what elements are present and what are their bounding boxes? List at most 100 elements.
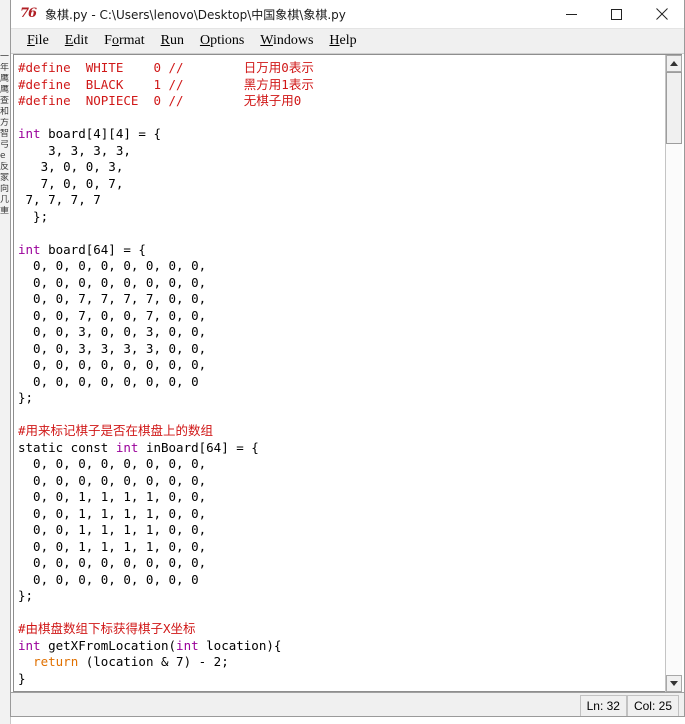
code-span: }; xyxy=(18,390,34,405)
scroll-down-icon xyxy=(670,681,678,686)
menu-item-file[interactable]: File xyxy=(19,31,57,51)
code-span xyxy=(18,654,33,669)
code-line[interactable] xyxy=(18,605,665,622)
menu-item-windows[interactable]: Windows xyxy=(252,31,321,51)
code-line[interactable]: #用来标记棋子是否在棋盘上的数组 xyxy=(18,423,665,440)
window-title: 象棋.py - C:\Users\lenovo\Desktop\中国象棋\象棋.… xyxy=(45,7,346,22)
code-line[interactable]: 0, 0, 0, 0, 0, 0, 0, 0, xyxy=(18,473,665,490)
minimize-button[interactable] xyxy=(549,0,594,28)
code-span: BLACK xyxy=(85,76,124,92)
background-strip-char: 家 xyxy=(0,173,9,183)
code-line[interactable]: 7, 0, 0, 7, xyxy=(18,176,665,193)
editor-area[interactable]: #define WHITE 0 // 日万用0表示 #define BLACK 1… xyxy=(11,54,684,693)
scrollbar-track[interactable] xyxy=(666,72,682,675)
code-line[interactable]: 3, 0, 0, 3, xyxy=(18,159,665,176)
close-button[interactable] xyxy=(639,0,684,28)
code-span: #define xyxy=(18,60,86,75)
menu-item-options[interactable]: Options xyxy=(192,31,252,51)
code-span: int xyxy=(176,637,199,653)
code-line[interactable]: 0, 0, 3, 0, 0, 3, 0, 0, xyxy=(18,324,665,341)
code-span: 0, 0, 1, 1, 1, 1, 0, 0, xyxy=(18,505,207,521)
code-line[interactable]: #define BLACK 1 // 黑方用1表示 xyxy=(18,77,665,94)
code-line[interactable]: #define WHITE 0 // 日万用0表示 xyxy=(18,60,665,77)
menu-item-format[interactable]: Format xyxy=(96,31,152,51)
code-line[interactable]: } xyxy=(18,671,665,688)
code-span: 0, 0, 1, 1, 1, 1, 0, 0, xyxy=(18,522,207,537)
code-line[interactable]: 0, 0, 0, 0, 0, 0, 0, 0, xyxy=(18,275,665,292)
code-line[interactable]: 0, 0, 0, 0, 0, 0, 0, 0, xyxy=(18,258,665,275)
code-line[interactable]: 0, 0, 0, 0, 0, 0, 0, 0, xyxy=(18,357,665,374)
code-line[interactable]: int getXFromLocation(int location){ xyxy=(18,638,665,655)
code-line[interactable]: 0, 0, 0, 0, 0, 0, 0, 0, xyxy=(18,456,665,473)
code-line[interactable]: #由棋盘数组下标获得棋子X坐标 xyxy=(18,621,665,638)
code-line[interactable]: return (location & 7) - 2; xyxy=(18,654,665,671)
code-line[interactable]: int board[4][4] = { xyxy=(18,126,665,143)
code-line[interactable]: 0, 0, 1, 1, 1, 1, 0, 0, xyxy=(18,522,665,539)
code-span: #由棋盘数组下标获得棋子X坐标 xyxy=(18,621,196,636)
code-line[interactable]: 0, 0, 7, 7, 7, 7, 0, 0, xyxy=(18,291,665,308)
code-span: 日万用0表示 xyxy=(183,60,314,75)
code-line[interactable]: 0, 0, 0, 0, 0, 0, 0, 0 xyxy=(18,572,665,589)
code-line[interactable]: #define NOPIECE 0 // 无棋子用0 xyxy=(18,93,665,110)
code-span: 0, 0, 7, 0, 0, 7, 0, 0, xyxy=(18,307,207,323)
background-strip-char: 方 xyxy=(0,118,9,128)
idle-editor-window[interactable]: 76 象棋.py - C:\Users\lenovo\Desktop\中国象棋\… xyxy=(10,0,685,717)
background-strip-char: 一 xyxy=(0,52,9,62)
menu-item-run[interactable]: Run xyxy=(153,31,192,51)
scroll-down-button[interactable] xyxy=(666,675,682,692)
code-span: 0, 0, 0, 0, 0, 0, 0, 0, xyxy=(18,472,207,488)
code-span: static const xyxy=(18,439,116,455)
code-line[interactable]: }; xyxy=(18,390,665,407)
code-span: WHITE xyxy=(85,60,124,75)
background-strip-char: 和 xyxy=(0,107,9,117)
code-line[interactable]: 0, 0, 0, 0, 0, 0, 0, 0 xyxy=(18,374,665,391)
code-span: #define xyxy=(18,76,86,92)
vertical-scrollbar[interactable] xyxy=(665,55,682,692)
code-span: (location & 7) - 2; xyxy=(78,654,229,669)
code-line[interactable] xyxy=(18,687,665,692)
code-span: 0 // xyxy=(123,60,184,75)
code-line[interactable]: 0, 0, 7, 0, 0, 7, 0, 0, xyxy=(18,308,665,325)
background-strip-char: 智 xyxy=(0,129,9,139)
code-span: inBoard[64] = { xyxy=(138,439,259,455)
scrollbar-thumb[interactable] xyxy=(666,72,682,144)
status-bar: Ln: 32 Col: 25 xyxy=(11,693,684,716)
idle-python-icon: 76 xyxy=(20,5,38,23)
menu-accelerator: W xyxy=(260,33,273,48)
menu-item-edit[interactable]: Edit xyxy=(57,31,96,51)
code-line[interactable]: }; xyxy=(18,588,665,605)
code-line[interactable]: 7, 7, 7, 7 xyxy=(18,192,665,209)
minimize-icon xyxy=(566,13,577,15)
code-line[interactable]: 0, 0, 1, 1, 1, 1, 0, 0, xyxy=(18,539,665,556)
background-strip-char: 弓 xyxy=(0,140,9,150)
code-span: 无棋子用0 xyxy=(183,93,302,108)
code-text-widget[interactable]: #define WHITE 0 // 日万用0表示 #define BLACK 1… xyxy=(14,55,665,692)
code-line[interactable] xyxy=(18,110,665,127)
background-strip-char: 鹰 xyxy=(0,74,9,84)
code-line[interactable]: 3, 3, 3, 3, xyxy=(18,143,665,160)
menu-accelerator: O xyxy=(199,33,211,48)
scroll-up-button[interactable] xyxy=(666,55,682,72)
menu-bar[interactable]: File Edit Format Run Options Windows Help xyxy=(11,29,684,54)
code-line[interactable]: 0, 0, 1, 1, 1, 1, 0, 0, xyxy=(18,506,665,523)
code-line[interactable] xyxy=(18,225,665,242)
code-span: int xyxy=(18,637,41,653)
code-span: return xyxy=(33,654,79,669)
close-icon xyxy=(655,8,668,20)
code-span: 0 // xyxy=(138,93,184,108)
code-line[interactable]: 0, 0, 3, 3, 3, 3, 0, 0, xyxy=(18,341,665,358)
menu-accelerator: R xyxy=(160,33,170,48)
code-line[interactable]: 0, 0, 1, 1, 1, 1, 0, 0, xyxy=(18,489,665,506)
code-line[interactable]: 0, 0, 0, 0, 0, 0, 0, 0, xyxy=(18,555,665,572)
code-line[interactable]: static const int inBoard[64] = { xyxy=(18,440,665,457)
code-line[interactable] xyxy=(18,407,665,424)
maximize-button[interactable] xyxy=(594,0,639,28)
code-span: 0, 0, 0, 0, 0, 0, 0, 0, xyxy=(18,555,207,570)
menu-item-help[interactable]: Help xyxy=(321,31,364,51)
code-span: int xyxy=(18,126,41,141)
code-line[interactable]: }; xyxy=(18,209,665,226)
title-bar[interactable]: 76 象棋.py - C:\Users\lenovo\Desktop\中国象棋\… xyxy=(11,0,684,29)
code-line[interactable]: int board[64] = { xyxy=(18,242,665,259)
idle-python-icon-glyph: 76 xyxy=(20,6,37,21)
code-span: 0, 0, 0, 0, 0, 0, 0, 0 xyxy=(18,373,199,389)
